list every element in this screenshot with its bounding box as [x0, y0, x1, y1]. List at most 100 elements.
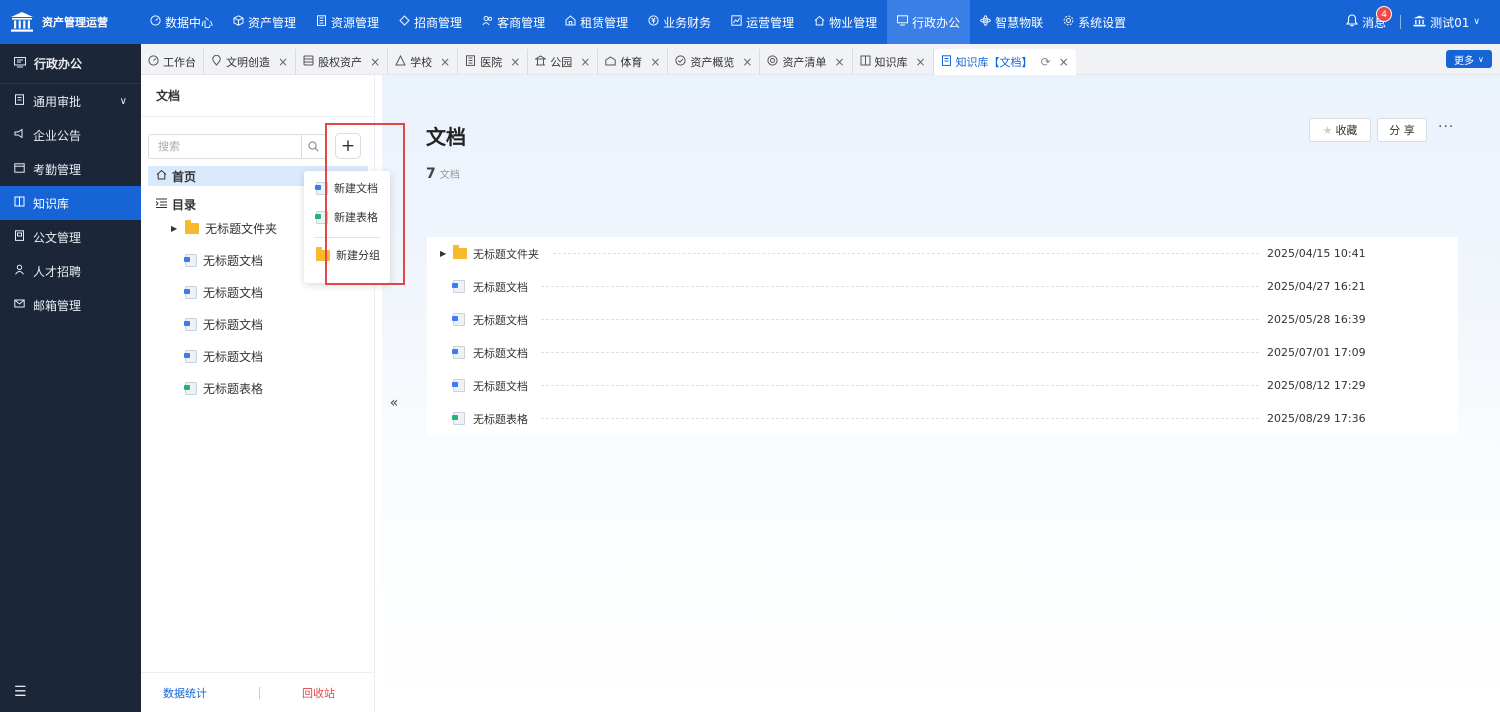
tab-10[interactable]: 知识库【文档】 ⟳ × [933, 48, 1076, 75]
topnav-item-2[interactable]: 资源管理 [306, 0, 389, 44]
mail-icon [14, 298, 25, 312]
app-logo[interactable]: 资产管理运营 [0, 0, 140, 44]
top-bar: 资产管理运营 数据中心 资产管理 资源管理 招商管理 客商管理 租赁管理 业务财务 运营管理 物… [0, 0, 1500, 44]
tree-item-folder[interactable]: ▶ 无标题文件夹 [171, 217, 277, 239]
add-button[interactable]: + [335, 133, 361, 159]
dashed-divider [553, 253, 1259, 254]
tab-1[interactable]: 文明创造 × [204, 48, 297, 75]
close-icon[interactable]: × [1059, 55, 1069, 69]
tab-6[interactable]: 体育 × [598, 48, 669, 75]
messages-button[interactable]: 消息 4 [1346, 5, 1402, 31]
sidebar-item-2[interactable]: 考勤管理 [0, 152, 141, 186]
topnav-label: 数据中心 [165, 15, 214, 30]
list-item[interactable]: 无标题文档 2025/08/12 17:29 [427, 369, 1458, 402]
tree-item-doc[interactable]: 无标题文档 [184, 313, 263, 335]
topnav-item-11[interactable]: 系统设置 [1053, 0, 1136, 44]
close-icon[interactable]: × [916, 55, 926, 69]
close-icon[interactable]: × [278, 55, 288, 69]
directory-label: 目录 [172, 197, 197, 212]
book-icon [14, 196, 25, 210]
topnav-item-5[interactable]: 租赁管理 [555, 0, 638, 44]
topnav-item-6[interactable]: 业务财务 [638, 0, 721, 44]
sidebar-item-label: 考勤管理 [33, 162, 82, 177]
sidebar-item-4[interactable]: 公文管理 [0, 220, 141, 254]
sidebar-item-0[interactable]: 通用审批 ∨ [0, 84, 141, 118]
topnav-label: 运营管理 [746, 15, 795, 30]
new-doc-option[interactable]: 新建文档 [315, 178, 378, 198]
recycle-bin-link[interactable]: 回收站 [302, 685, 335, 701]
search-icon[interactable] [301, 135, 325, 158]
close-icon[interactable]: × [510, 55, 520, 69]
new-sheet-option[interactable]: 新建表格 [315, 207, 378, 227]
item-time: 2025/07/01 17:09 [1267, 346, 1366, 359]
sidebar-item-6[interactable]: 邮箱管理 [0, 288, 141, 322]
list-item[interactable]: 无标题表格 2025/08/29 17:36 [427, 402, 1458, 435]
list-item[interactable]: ▶ 无标题文件夹 2025/04/15 10:41 [427, 237, 1458, 270]
tree-item-doc[interactable]: 无标题文档 [184, 345, 263, 367]
list-item[interactable]: 无标题文档 2025/07/01 17:09 [427, 336, 1458, 369]
tree-directory: 目录 [155, 195, 197, 213]
doc-icon [941, 54, 952, 69]
search-input[interactable] [149, 135, 301, 158]
close-icon[interactable]: × [742, 55, 752, 69]
topnav-item-0[interactable]: 数据中心 [140, 0, 223, 44]
database-icon [303, 55, 314, 69]
tab-7[interactable]: 资产概览 × [668, 48, 761, 75]
close-icon[interactable]: × [370, 55, 380, 69]
user-name: 测试01 [1430, 15, 1470, 30]
tab-4[interactable]: 医院 × [458, 48, 529, 75]
stats-link[interactable]: 数据统计 [163, 685, 207, 701]
topnav-label: 智慧物联 [995, 15, 1044, 30]
chevron-down-icon: ∨ [1478, 54, 1484, 64]
list-item[interactable]: 无标题文档 2025/04/27 16:21 [427, 270, 1458, 303]
close-icon[interactable]: × [440, 55, 450, 69]
tab-9[interactable]: 知识库 × [853, 48, 934, 75]
tab-label: 学校 [410, 55, 433, 69]
sidebar-item-3[interactable]: 知识库 [0, 186, 141, 220]
tab-8[interactable]: 资产清单 × [760, 48, 853, 75]
more-options-icon[interactable]: ··· [1438, 119, 1454, 135]
topnav-item-4[interactable]: 客商管理 [472, 0, 555, 44]
book-icon [860, 55, 871, 69]
topnav-item-9[interactable]: 行政办公 [887, 0, 971, 44]
tree-item-doc[interactable]: 无标题文档 [184, 249, 263, 271]
topnav-item-8[interactable]: 物业管理 [804, 0, 887, 44]
search-box [148, 134, 326, 159]
dashed-divider [541, 352, 1259, 353]
tab-5[interactable]: 公园 × [528, 48, 599, 75]
caret-right-icon[interactable]: ▶ [440, 249, 446, 258]
new-group-option[interactable]: 新建分组 [316, 245, 380, 265]
topnav-item-1[interactable]: 资产管理 [223, 0, 306, 44]
tab-2[interactable]: 股权资产 × [296, 48, 389, 75]
user-menu[interactable]: 测试01 ∨ [1413, 14, 1480, 31]
tree-item-sheet[interactable]: 无标题表格 [184, 377, 263, 399]
dashboard-icon [150, 15, 161, 29]
share-button[interactable]: 分 享 [1377, 118, 1427, 142]
refresh-icon[interactable]: ⟳ [1041, 55, 1051, 69]
tab-0[interactable]: 工作台 [141, 48, 204, 75]
sidebar-menu: 通用审批 ∨ 企业公告考勤管理知识库 公文管理 人才招聘 邮箱管理 [0, 84, 141, 322]
tree-item-doc[interactable]: 无标题文档 [184, 281, 263, 303]
new-group-label: 新建分组 [336, 249, 380, 262]
megaphone-icon [14, 128, 25, 142]
collapse-panel-icon[interactable]: « [384, 392, 404, 414]
more-tabs-button[interactable]: 更多 ∨ [1446, 50, 1492, 68]
caret-right-icon[interactable]: ▶ [171, 224, 177, 233]
close-icon[interactable]: × [580, 55, 590, 69]
list-item[interactable]: 无标题文档 2025/05/28 16:39 [427, 303, 1458, 336]
sidebar-item-1[interactable]: 企业公告 [0, 118, 141, 152]
topnav-item-10[interactable]: 智慧物联 [970, 0, 1053, 44]
collapse-menu-icon[interactable]: ☰ [14, 684, 27, 700]
close-icon[interactable]: × [650, 55, 660, 69]
close-icon[interactable]: × [834, 55, 844, 69]
item-name: 无标题文档 [473, 379, 528, 393]
topnav-item-3[interactable]: 招商管理 [389, 0, 472, 44]
topnav-item-7[interactable]: 运营管理 [721, 0, 804, 44]
tab-3[interactable]: 学校 × [388, 48, 459, 75]
sidebar-item-5[interactable]: 人才招聘 [0, 254, 141, 288]
favorite-button[interactable]: ★ 收藏 [1309, 118, 1371, 142]
building-icon [316, 15, 327, 29]
topnav-label: 资源管理 [331, 15, 380, 30]
dashed-divider [541, 385, 1259, 386]
folder-icon [185, 219, 200, 234]
